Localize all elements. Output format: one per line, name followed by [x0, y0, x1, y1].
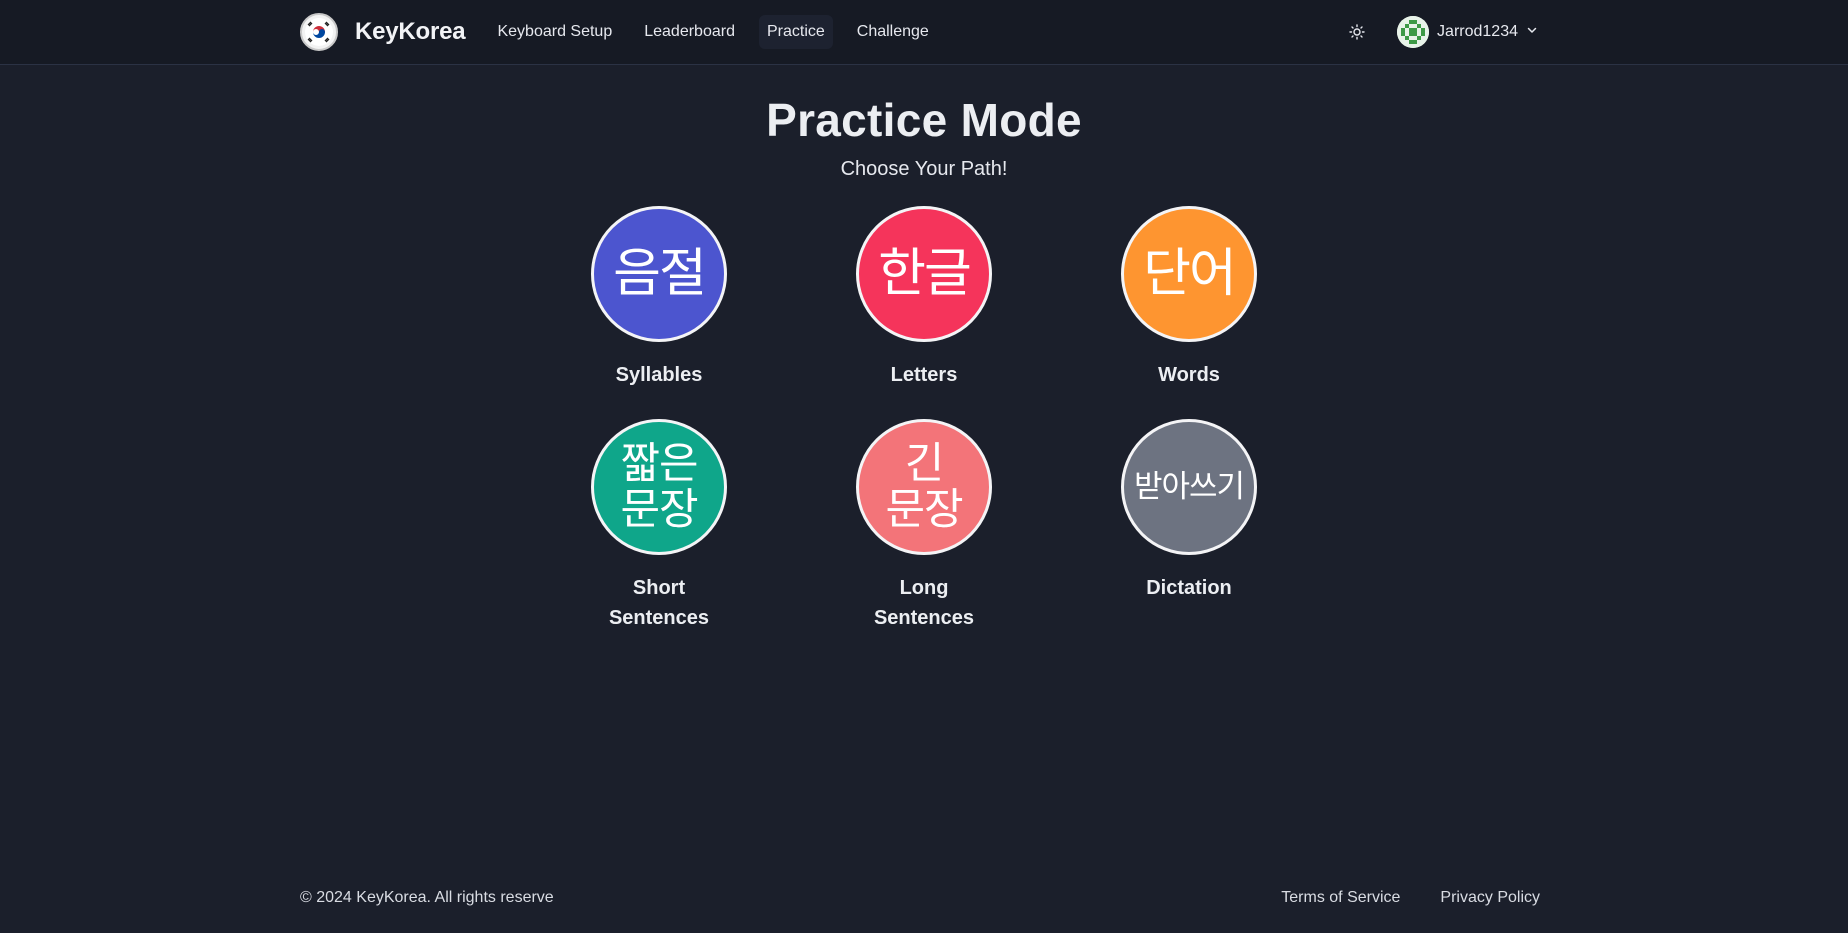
brand-name[interactable]: KeyKorea [355, 18, 466, 46]
footer-links: Terms of Service Privacy Policy [1241, 889, 1540, 907]
footer-copyright: © 2024 KeyKorea. All rights reserve [300, 889, 554, 906]
mode-circle[interactable]: 음절 [591, 206, 727, 342]
mode-korean-text: 문장 [885, 485, 963, 535]
navbar-right: Jarrod1234 [1345, 16, 1548, 48]
mode-circle[interactable]: 짧은 문장 [591, 419, 727, 555]
mode-korean-text: 단어 [1143, 244, 1237, 304]
mode-words[interactable]: 단어 Words [1089, 206, 1289, 390]
nav-practice[interactable]: Practice [758, 15, 833, 49]
mode-korean-text: 긴 [904, 438, 945, 489]
footer: © 2024 KeyKorea. All rights reserve Term… [300, 886, 1540, 910]
avatar-icon[interactable] [1397, 16, 1430, 48]
privacy-policy-link[interactable]: Privacy Policy [1440, 889, 1540, 907]
username[interactable]: Jarrod1234 [1437, 23, 1518, 41]
mode-short-sentences[interactable]: 짧은 문장 Short Sentences [559, 419, 759, 633]
mode-label[interactable]: Syllables [559, 360, 759, 390]
mode-label[interactable]: Short Sentences [559, 573, 759, 633]
mode-label-line: Short [632, 577, 686, 599]
sun-icon[interactable] [1345, 20, 1369, 44]
mode-circle[interactable]: 한글 [856, 206, 992, 342]
mode-korean-text: 짧은 [620, 438, 698, 489]
user-menu[interactable]: Jarrod1234 [1397, 16, 1538, 48]
nav-challenge[interactable]: Challenge [849, 15, 937, 49]
nav-keyboard-setup[interactable]: Keyboard Setup [489, 15, 620, 49]
mode-label[interactable]: Words [1089, 360, 1289, 390]
top-navbar: KeyKorea Keyboard Setup Leaderboard Prac… [0, 0, 1848, 65]
mode-circle[interactable]: 받아쓰기 [1121, 419, 1257, 555]
mode-syllables[interactable]: 음절 Syllables [559, 206, 759, 390]
mode-letters[interactable]: 한글 Letters [824, 206, 1024, 390]
mode-circle[interactable]: 긴 문장 [856, 419, 992, 555]
mode-label-line: Sentences [873, 607, 975, 629]
nav-leaderboard[interactable]: Leaderboard [636, 15, 743, 49]
mode-label-line: Long [899, 577, 949, 599]
mode-korean-text: 받아쓰기 [1133, 468, 1245, 505]
terms-of-service-link[interactable]: Terms of Service [1281, 889, 1400, 907]
mode-korean-text: 문장 [620, 485, 698, 535]
mode-korean-text: 한글 [878, 244, 972, 304]
navbar-inner: KeyKorea Keyboard Setup Leaderboard Prac… [300, 0, 1548, 64]
mode-circle[interactable]: 단어 [1121, 206, 1257, 342]
mode-label[interactable]: Letters [824, 360, 1024, 390]
page-title: Practice Mode [766, 94, 1082, 146]
mode-long-sentences[interactable]: 긴 문장 Long Sentences [824, 419, 1024, 633]
mode-label[interactable]: Dictation [1089, 573, 1289, 603]
page-subtitle: Choose Your Path! [840, 158, 1008, 180]
mode-dictation[interactable]: 받아쓰기 Dictation [1089, 419, 1289, 603]
mode-label[interactable]: Long Sentences [824, 573, 1024, 633]
mode-korean-text: 음절 [613, 244, 707, 304]
mode-label-line: Sentences [608, 607, 710, 629]
chevron-down-icon[interactable] [1526, 23, 1538, 41]
korea-flag-icon[interactable] [300, 13, 338, 51]
